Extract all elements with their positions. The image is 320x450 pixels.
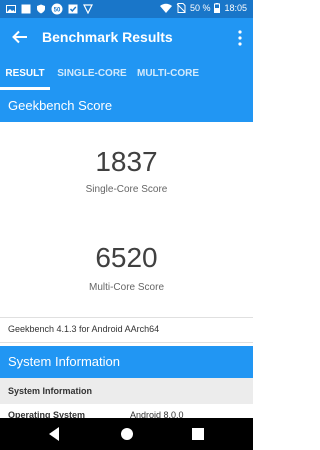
image-icon (6, 5, 16, 13)
single-core-score-value: 1837 (95, 146, 158, 177)
divider (0, 342, 253, 343)
no-sim-icon (176, 3, 186, 13)
more-options-icon[interactable] (237, 28, 243, 48)
version-text: Geekbench 4.1.3 for Android AArch64 (8, 324, 160, 334)
delivery-icon (83, 4, 93, 14)
battery-icon (214, 3, 221, 13)
multi-core-score-label: Multi-Core Score (88, 282, 165, 293)
back-arrow-icon[interactable] (10, 27, 30, 47)
system-information-subheader: System Information (0, 378, 253, 404)
square-icon (21, 4, 31, 14)
score-card: 1837 Single-Core Score 6520 Multi-Core S… (0, 122, 253, 318)
tab-result[interactable]: RESULT (0, 58, 50, 90)
check-icon (68, 4, 78, 14)
page-title: Benchmark Results (42, 29, 173, 45)
tab-single-core[interactable]: SINGLE-CORE (52, 58, 132, 90)
app-bar: Benchmark Results (0, 18, 253, 58)
tab-multi-core[interactable]: MULTI-CORE (132, 58, 204, 90)
wifi-icon (159, 3, 172, 13)
status-icons-right: 50 % 18:05 (159, 3, 247, 13)
navigation-bar (0, 418, 253, 450)
shield-icon (37, 4, 45, 14)
back-nav-icon[interactable] (44, 424, 64, 444)
multi-core-score-value: 6520 (95, 242, 158, 273)
speed-50-icon: 50 (51, 3, 63, 15)
single-core-score-label: Single-Core Score (85, 184, 168, 195)
tab-bar: RESULT SINGLE-CORE MULTI-CORE (0, 58, 253, 90)
divider (0, 317, 253, 318)
status-icons-left: 50 (6, 3, 93, 15)
battery-text: 50 % (189, 3, 211, 13)
home-nav-icon[interactable] (117, 424, 137, 444)
info-row: Operating System Android 8.0.0 (0, 404, 253, 418)
svg-text:50: 50 (54, 7, 61, 13)
clock: 18:05 (224, 3, 247, 13)
info-key: Operating System (8, 410, 86, 418)
status-bar: 50 50 % 18:05 (0, 0, 253, 18)
system-information-header: System Information (0, 346, 253, 378)
info-value: Android 8.0.0 (130, 410, 184, 418)
section-title: System Information (8, 354, 120, 369)
subheader-title: System Information (8, 386, 93, 396)
recents-nav-icon[interactable] (188, 424, 208, 444)
section-title: Geekbench Score (8, 98, 113, 113)
geekbench-score-header: Geekbench Score (0, 90, 253, 122)
